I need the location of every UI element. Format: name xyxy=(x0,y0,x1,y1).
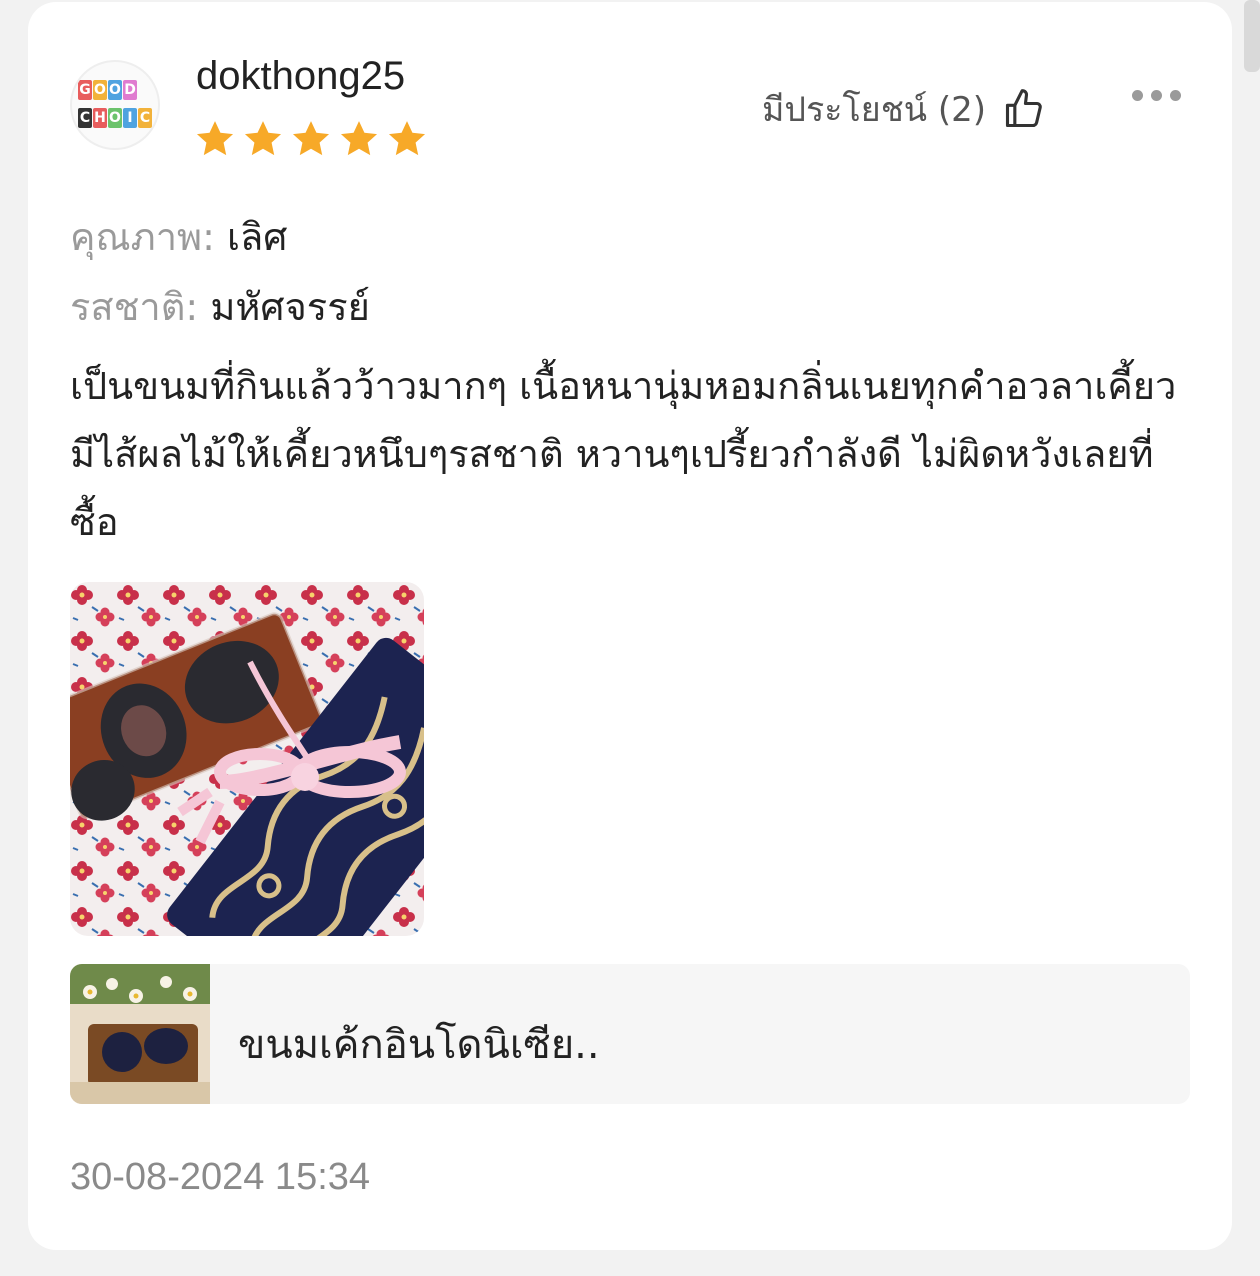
attribute-value: มหัศจรรย์ xyxy=(210,285,370,329)
product-name: ขนมเค้กอินโดนิเซีย.. xyxy=(238,1022,600,1068)
review-text: เป็นขนมที่กินแล้วว้าวมากๆ เนื้อหนานุ่มหอ… xyxy=(70,364,1177,544)
helpful-button[interactable]: มีประโยชน์ (2) xyxy=(762,82,1046,136)
thumbs-up-icon[interactable] xyxy=(1002,87,1046,131)
review-date: 30-08-2024 15:34 xyxy=(70,1156,371,1198)
scrollbar[interactable] xyxy=(1244,0,1260,72)
attribute-taste: รสชาติ: มหัศจรรย์ xyxy=(70,276,370,337)
attribute-label: รสชาติ: xyxy=(70,285,199,329)
star-icon xyxy=(292,121,330,156)
attribute-label: คุณภาพ: xyxy=(70,215,215,259)
attribute-quality: คุณภาพ: เลิศ xyxy=(70,206,287,267)
helpful-label: มีประโยชน์ (2) xyxy=(762,90,986,130)
product-thumbnail xyxy=(70,964,210,1104)
username[interactable]: dokthong25 xyxy=(196,54,405,99)
avatar[interactable]: G O O D C H O I C xyxy=(70,60,160,150)
star-icon xyxy=(244,121,282,156)
review-card: G O O D C H O I C dokthong25 มีประโยชน์ … xyxy=(28,2,1232,1250)
attribute-value: เลิศ xyxy=(227,215,288,259)
star-icon xyxy=(388,121,426,156)
rating-stars xyxy=(194,118,428,160)
star-icon xyxy=(340,121,378,156)
more-dots-icon[interactable] xyxy=(1132,90,1181,101)
review-photo[interactable] xyxy=(70,582,424,936)
product-link[interactable]: ขนมเค้กอินโดนิเซีย.. xyxy=(70,964,1190,1104)
star-icon xyxy=(196,121,234,156)
